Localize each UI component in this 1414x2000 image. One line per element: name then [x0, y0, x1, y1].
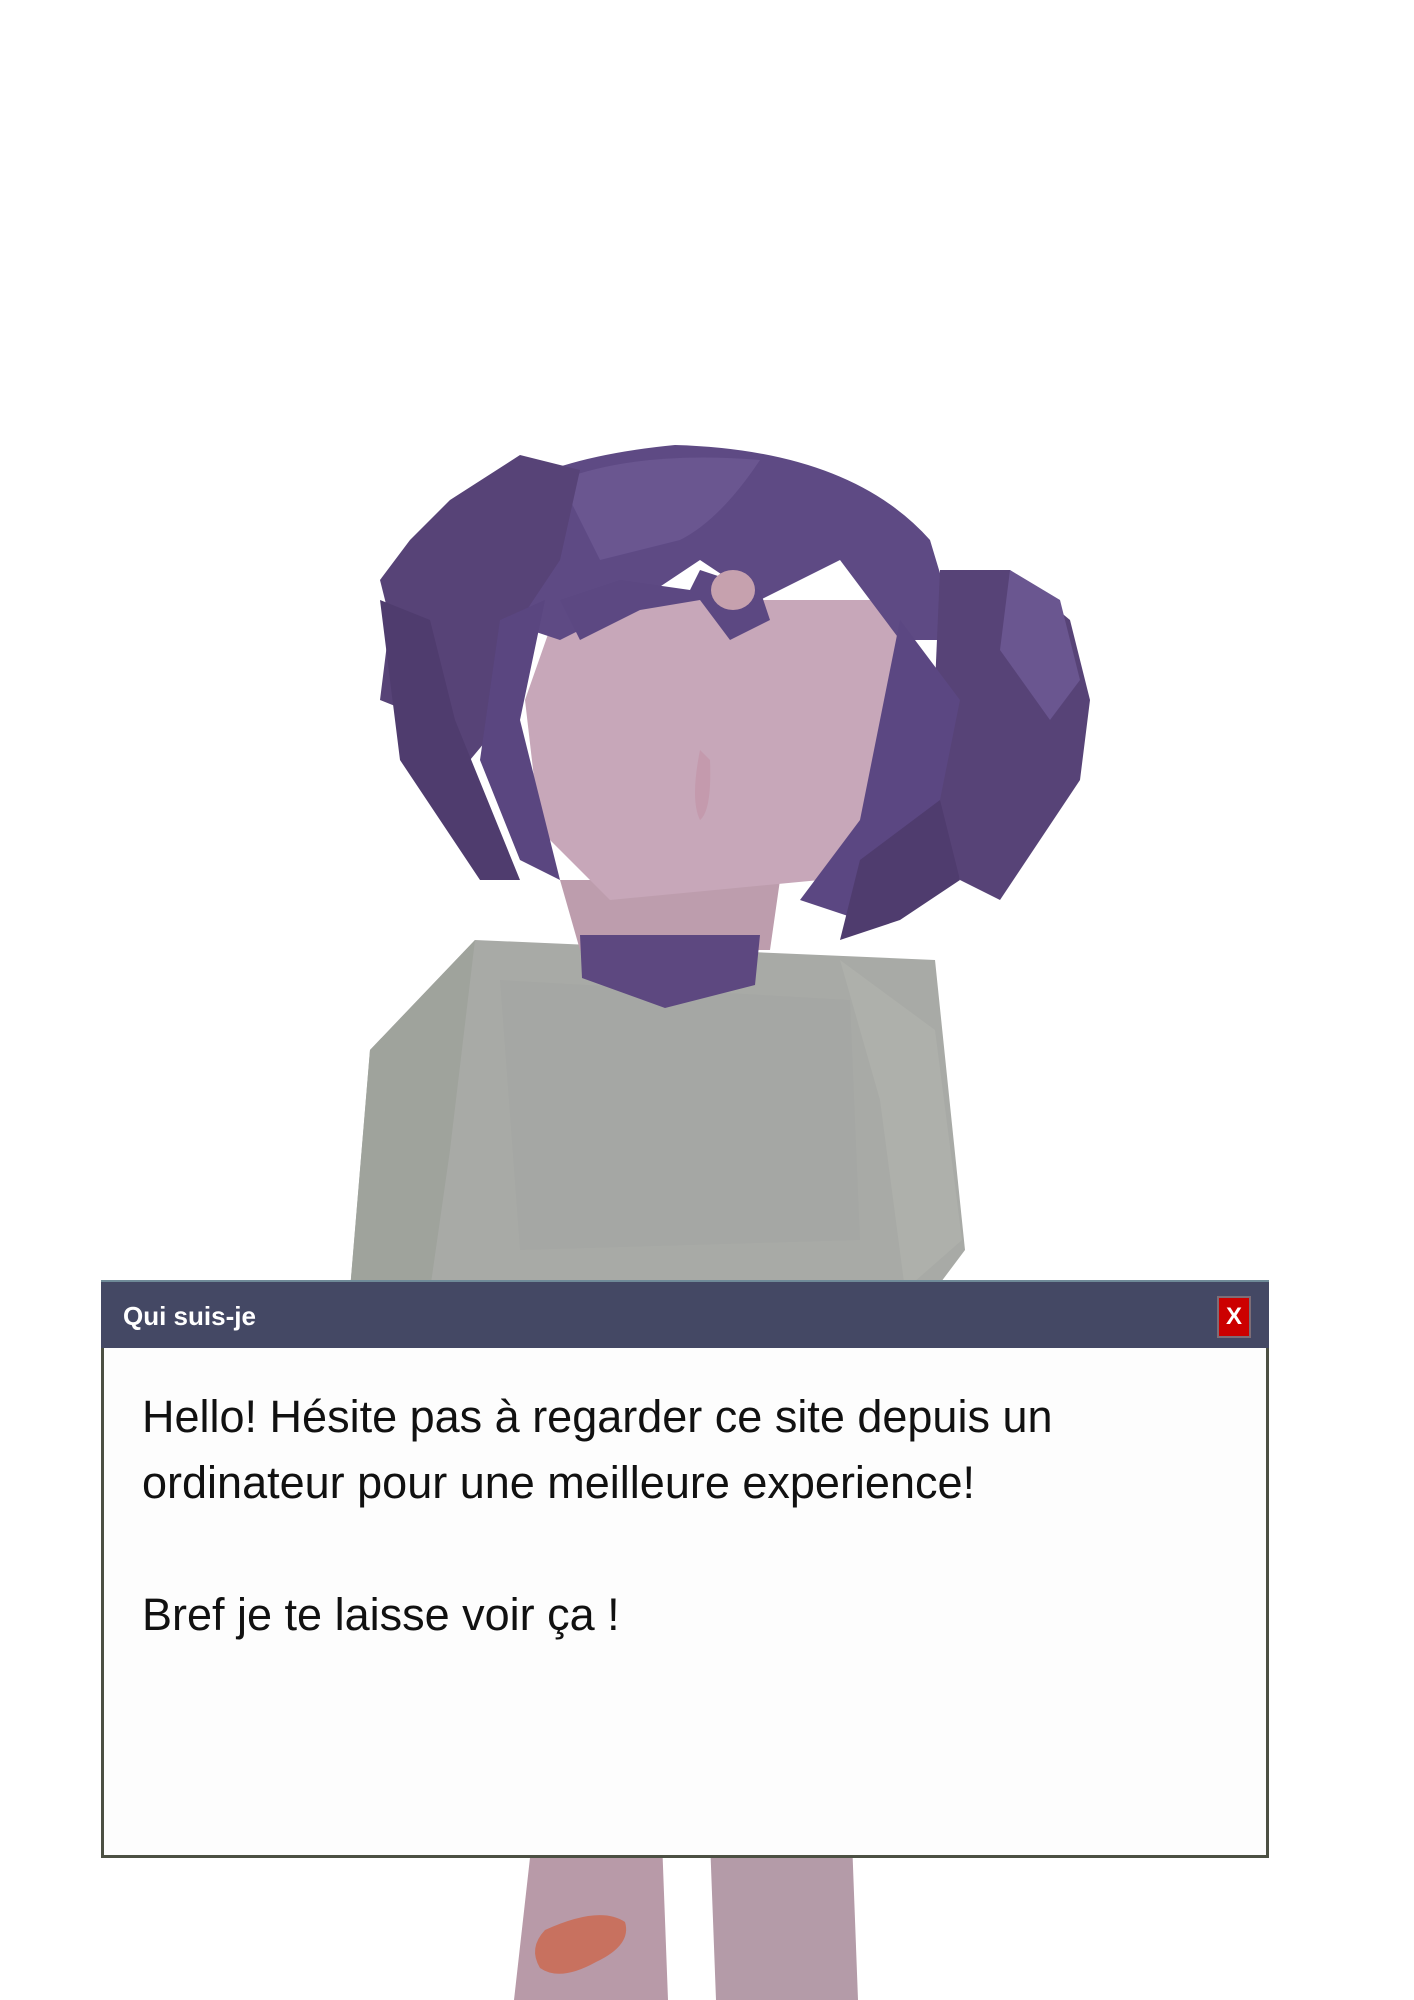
about-dialog: Qui suis-je X Hello! Hésite pas à regard… — [101, 1280, 1269, 1858]
dialog-text-line: Hello! Hésite pas à regarder ce site dep… — [142, 1391, 1053, 1442]
scene: Qui suis-je X Hello! Hésite pas à regard… — [0, 0, 1414, 2000]
dialog-text-line: Bref je te laisse voir ça ! — [142, 1589, 620, 1640]
dialog-title: Qui suis-je — [123, 1301, 256, 1331]
character-legs — [514, 1840, 858, 2000]
dialog-body: Hello! Hésite pas à regarder ce site dep… — [142, 1384, 1222, 1648]
dialog-titlebar[interactable]: Qui suis-je X — [101, 1280, 1269, 1348]
dialog-text-line: ordinateur pour une meilleure experience… — [142, 1457, 976, 1508]
close-button[interactable]: X — [1217, 1296, 1251, 1338]
